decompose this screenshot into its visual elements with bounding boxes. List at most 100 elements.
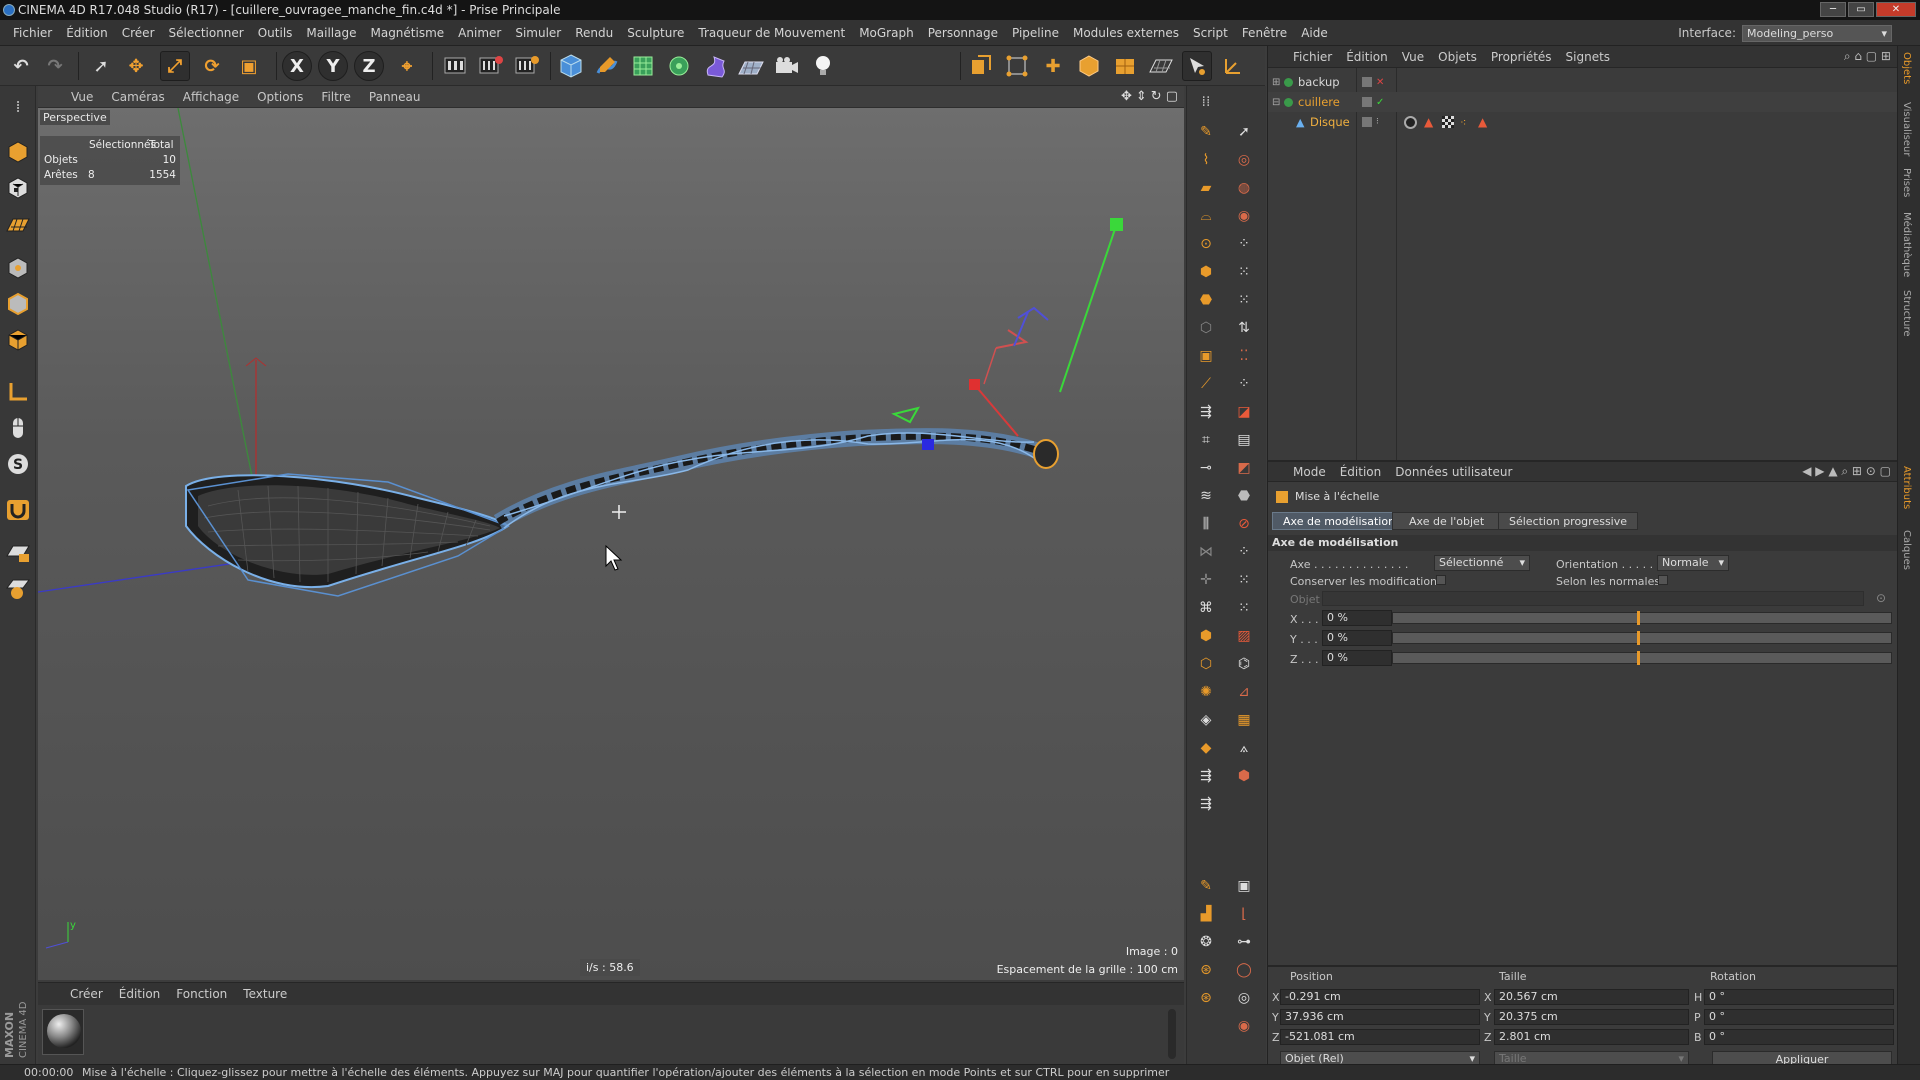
brush-tool-icon[interactable]: ▰: [1193, 176, 1219, 200]
layer-icon[interactable]: [1362, 117, 1372, 127]
object-manager-search-icon[interactable]: ⌕ ⌂ ▢ ⊞: [1844, 49, 1891, 64]
texture-mode-icon[interactable]: [1110, 51, 1140, 81]
untriangulate-icon[interactable]: ✺: [1193, 680, 1219, 704]
grid-lock-icon[interactable]: [4, 538, 32, 566]
menu-rendu[interactable]: Rendu: [568, 26, 620, 40]
line-cut-icon[interactable]: ⟋: [1193, 372, 1219, 396]
sidetab-calques[interactable]: Calques: [1901, 530, 1912, 570]
visibility-dot-icon[interactable]: ⁝: [1376, 117, 1379, 127]
spline-point-icon[interactable]: ◎: [1231, 986, 1257, 1010]
close-hole-icon[interactable]: ⌓: [1193, 204, 1219, 228]
melt-icon[interactable]: ⟑: [1231, 736, 1257, 760]
tab-axe-objet[interactable]: Axe de l'objet: [1392, 512, 1502, 530]
menu-creer[interactable]: Créer: [115, 26, 162, 40]
x-scale-slider[interactable]: [1392, 611, 1892, 625]
texture-mode-left-icon[interactable]: [4, 174, 32, 202]
y-percent-field[interactable]: 0 %: [1322, 630, 1392, 646]
hide-select-icon[interactable]: ⬣: [1231, 484, 1257, 508]
spin-edge-icon[interactable]: ⌘: [1193, 596, 1219, 620]
z-scale-slider[interactable]: [1392, 651, 1892, 665]
smooth-shift-icon[interactable]: ✛: [1193, 568, 1219, 592]
slide-tool-icon[interactable]: ⇶: [1193, 400, 1219, 424]
objmenu-fichier[interactable]: Fichier: [1286, 50, 1339, 64]
polygons-left-icon[interactable]: [4, 326, 32, 354]
pos-z-field[interactable]: -521.081 cm: [1280, 1029, 1480, 1045]
maximize-button[interactable]: ▭: [1848, 2, 1874, 17]
rotate-tool-button[interactable]: ⟳: [197, 51, 227, 81]
menu-pipeline[interactable]: Pipeline: [1005, 26, 1066, 40]
edges-left-icon[interactable]: [4, 290, 32, 318]
fill-select-icon[interactable]: ⁙: [1231, 260, 1257, 284]
viewport-menu-options[interactable]: Options: [248, 90, 312, 104]
objet-pick-icon[interactable]: ⊙: [1876, 591, 1886, 605]
z-percent-field[interactable]: 0 %: [1322, 650, 1392, 666]
menu-selectionner[interactable]: Sélectionner: [162, 26, 251, 40]
loop-select-icon[interactable]: ◉: [1231, 204, 1257, 228]
disconnect-icon[interactable]: ▦: [1231, 708, 1257, 732]
size-x-field[interactable]: 20.567 cm: [1494, 989, 1689, 1005]
workplane-mode-icon[interactable]: [4, 210, 32, 238]
size-y-field[interactable]: 20.375 cm: [1494, 1009, 1689, 1025]
sidetab-prises[interactable]: Prises: [1901, 168, 1912, 197]
axis-x-lock-button[interactable]: X: [282, 51, 312, 81]
objmenu-edition[interactable]: Édition: [1339, 50, 1395, 64]
interface-dropdown[interactable]: Modeling_perso: [1742, 24, 1892, 42]
lasso-select-icon[interactable]: ◎: [1231, 148, 1257, 172]
iron-tool-icon[interactable]: ≋: [1193, 484, 1219, 508]
undo-button[interactable]: ↶: [6, 51, 36, 81]
sidetab-visualiseur[interactable]: Visualiseur: [1901, 102, 1912, 156]
tools-grip-icon[interactable]: ⁞⁞: [1193, 90, 1219, 114]
palette-grip-icon[interactable]: ⁞: [4, 92, 32, 120]
bridge-tool-icon[interactable]: ⌇: [1193, 148, 1219, 172]
snapping-icon[interactable]: [1182, 51, 1212, 81]
array-generator-icon[interactable]: [664, 51, 694, 81]
layer-icon[interactable]: [1362, 77, 1372, 87]
visibility-off-icon[interactable]: ✕: [1376, 77, 1384, 88]
menu-fenetre[interactable]: Fenêtre: [1235, 26, 1294, 40]
grow-select-icon[interactable]: ▤: [1231, 428, 1257, 452]
convert-select-icon[interactable]: ⁙: [1231, 568, 1257, 592]
object-row-backup[interactable]: ⊞ backup ✕: [1268, 72, 1898, 92]
align-normals-icon[interactable]: ◈: [1193, 708, 1219, 732]
tweak-mode-icon[interactable]: [4, 414, 32, 442]
polygon-selection-tag-icon[interactable]: ▲: [1478, 115, 1487, 129]
viewport-menu-cameras[interactable]: Caméras: [102, 90, 173, 104]
camera-icon[interactable]: [772, 51, 802, 81]
sidetab-structure[interactable]: Structure: [1901, 290, 1912, 337]
menu-outils[interactable]: Outils: [251, 26, 300, 40]
matmenu-edition[interactable]: Édition: [111, 987, 169, 1001]
render-picture-viewer-icon[interactable]: [476, 51, 506, 81]
deselect-icon[interactable]: ⁘: [1231, 372, 1257, 396]
menu-traqueur[interactable]: Traqueur de Mouvement: [691, 26, 852, 40]
edge-to-spline-icon[interactable]: ⌬: [1231, 652, 1257, 676]
spline-circle-icon[interactable]: ◯: [1231, 958, 1257, 982]
points-mode-icon[interactable]: [1002, 51, 1032, 81]
menu-aide[interactable]: Aide: [1294, 26, 1335, 40]
objet-link-field[interactable]: [1322, 591, 1864, 606]
menu-magnetisme[interactable]: Magnétisme: [363, 26, 451, 40]
axis-mode-icon[interactable]: [1218, 51, 1248, 81]
spline-pen-icon[interactable]: ✎: [1193, 874, 1219, 898]
menu-edition[interactable]: Édition: [59, 26, 115, 40]
triangulate-icon[interactable]: ⬡: [1193, 652, 1219, 676]
coordinate-system-button[interactable]: ⌖: [392, 51, 422, 81]
rot-b-field[interactable]: 0 °: [1704, 1029, 1894, 1045]
poly-select-icon[interactable]: ◍: [1231, 176, 1257, 200]
pen-spline-icon[interactable]: [592, 51, 622, 81]
spline-smooth-icon[interactable]: ❂: [1193, 930, 1219, 954]
reverse-normals-icon[interactable]: ◆: [1193, 736, 1219, 760]
menu-maillage[interactable]: Maillage: [299, 26, 363, 40]
floor-environment-icon[interactable]: [736, 51, 766, 81]
axis-y-lock-button[interactable]: Y: [318, 51, 348, 81]
move-tool-button[interactable]: ✥: [121, 51, 151, 81]
viewport-menu-filtre[interactable]: Filtre: [312, 90, 359, 104]
path-select-icon[interactable]: ⁙: [1231, 288, 1257, 312]
spline-arc-icon[interactable]: ⊶: [1231, 930, 1257, 954]
matmenu-texture[interactable]: Texture: [235, 987, 295, 1001]
viewport-menu-affichage[interactable]: Affichage: [174, 90, 248, 104]
spline-psr-icon[interactable]: ⊛: [1193, 986, 1219, 1010]
dissolve-icon[interactable]: ⬢: [1231, 764, 1257, 788]
rotate-view-icon[interactable]: ↻: [1151, 89, 1162, 104]
pos-y-field[interactable]: 37.936 cm: [1280, 1009, 1480, 1025]
menu-simuler[interactable]: Simuler: [508, 26, 568, 40]
